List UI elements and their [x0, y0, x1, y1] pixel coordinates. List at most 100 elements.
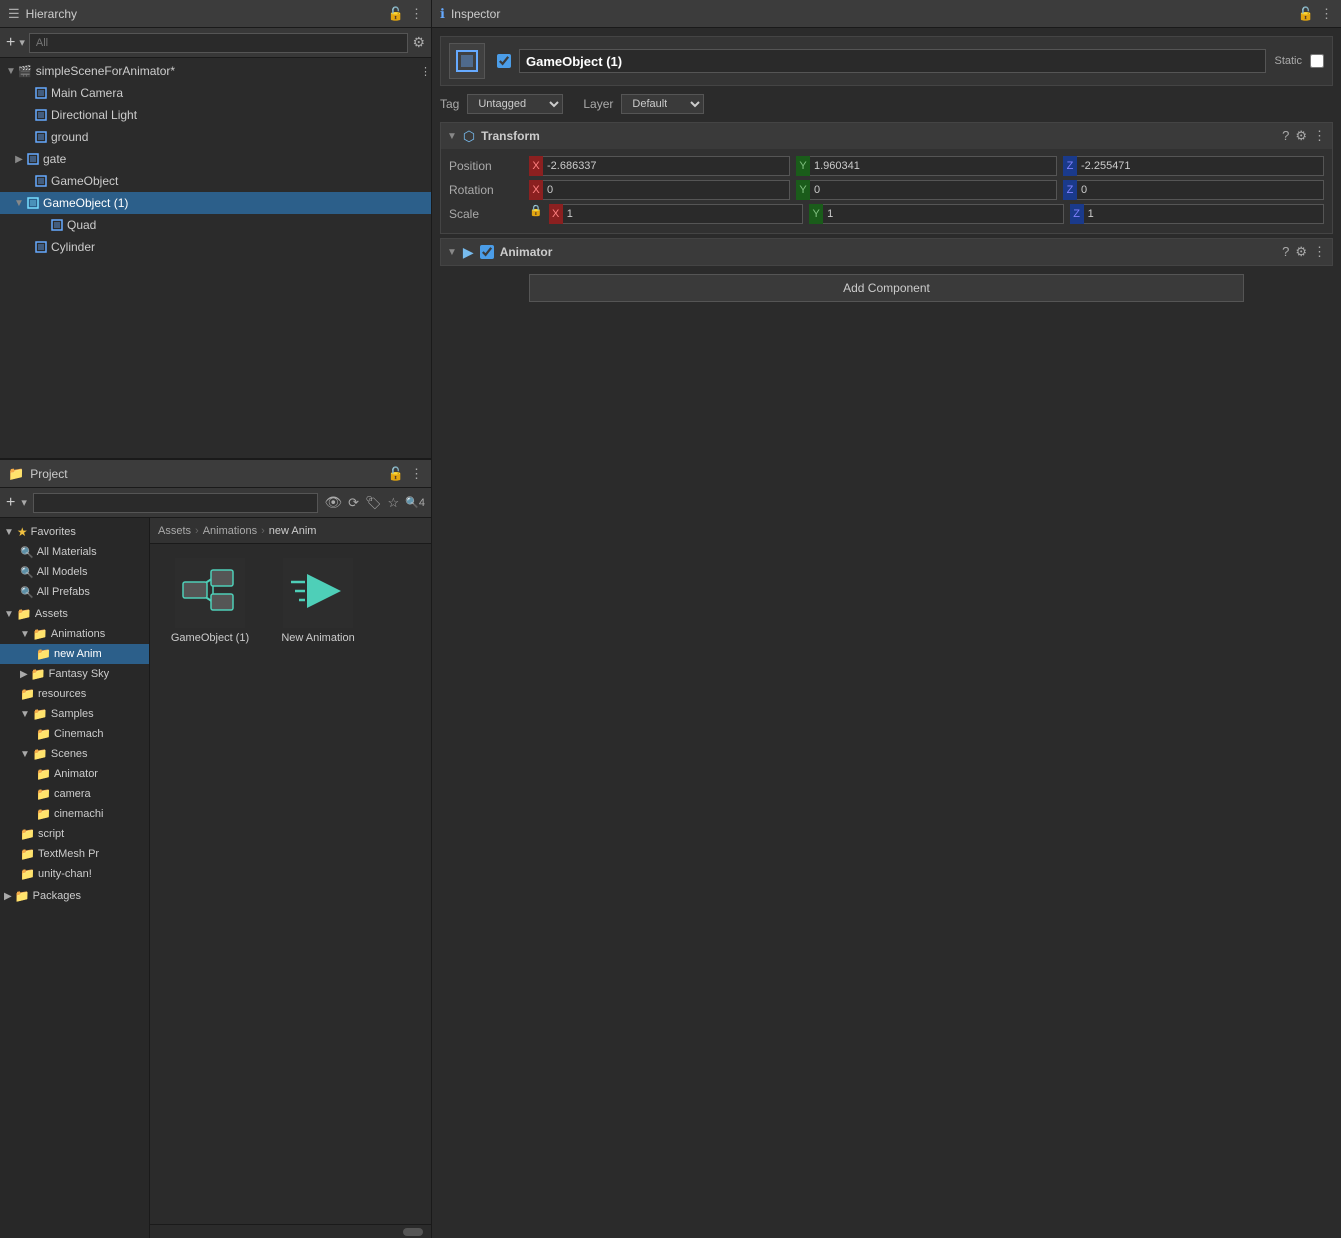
directional-light-item[interactable]: Directional Light — [0, 104, 431, 126]
animator-header[interactable]: ▼ ▶ Animator ? ⚙ ⋮ — [441, 239, 1332, 265]
gameobject-active-checkbox[interactable] — [497, 54, 511, 68]
project-scrollbar-thumb[interactable] — [403, 1228, 423, 1236]
gameobject1-item[interactable]: ▼ GameObject (1) — [0, 192, 431, 214]
cinemach-folder[interactable]: 📁 Cinemach — [0, 724, 149, 744]
ground-item[interactable]: ground — [0, 126, 431, 148]
transform-header[interactable]: ▼ ⬡ Transform ? ⚙ ⋮ — [441, 123, 1332, 149]
script-folder[interactable]: 📁 script — [0, 824, 149, 844]
packages-folder[interactable]: ▶ 📁 Packages — [0, 886, 149, 906]
static-checkbox[interactable] — [1310, 54, 1324, 68]
project-add-btn[interactable]: + — [6, 494, 15, 512]
quad-label: Quad — [67, 218, 96, 232]
resources-folder[interactable]: 📁 resources — [0, 684, 149, 704]
animator-scene-folder[interactable]: 📁 Animator — [0, 764, 149, 784]
project-search-input[interactable] — [33, 493, 318, 513]
new-anim-folder[interactable]: 📁 new Anim — [0, 644, 149, 664]
breadcrumb-new-anim[interactable]: new Anim — [269, 525, 317, 537]
rotation-y-input[interactable] — [810, 180, 1057, 200]
transform-menu-icon[interactable]: ⋮ — [1313, 128, 1326, 144]
project-star-icon[interactable]: ☆ — [388, 495, 400, 511]
rotation-x-label: X — [529, 180, 543, 200]
hierarchy-search-input[interactable] — [29, 33, 409, 53]
scale-lock-icon[interactable]: 🔒 — [529, 204, 543, 224]
scale-z-input[interactable] — [1084, 204, 1324, 224]
animations-folder[interactable]: ▼ 📁 Animations — [0, 624, 149, 644]
gameobject-item[interactable]: GameObject — [0, 170, 431, 192]
fantasy-sky-folder[interactable]: ▶ 📁 Fantasy Sky — [0, 664, 149, 684]
gameobject1-asset[interactable]: GameObject (1) — [160, 554, 260, 648]
position-y-input[interactable] — [810, 156, 1057, 176]
gameobject-name-input[interactable] — [519, 49, 1266, 73]
hierarchy-options-icon[interactable]: ⚙ — [412, 34, 425, 51]
gameobject1-icon — [26, 196, 40, 210]
hierarchy-lock-icon[interactable]: 🔓 — [388, 6, 404, 22]
directional-light-label: Directional Light — [51, 108, 137, 122]
quad-item[interactable]: Quad — [0, 214, 431, 236]
position-x-input[interactable] — [543, 156, 790, 176]
cinemachi-folder[interactable]: 📁 cinemachi — [0, 804, 149, 824]
scenes-folder[interactable]: ▼ 📁 Scenes — [0, 744, 149, 764]
camera-folder[interactable]: 📁 camera — [0, 784, 149, 804]
rotation-z-input[interactable] — [1077, 180, 1324, 200]
position-x-label: X — [529, 156, 543, 176]
main-camera-item[interactable]: Main Camera — [0, 82, 431, 104]
cylinder-item[interactable]: Cylinder — [0, 236, 431, 258]
hierarchy-menu-icon[interactable]: ⋮ — [410, 6, 423, 22]
project-lock-icon[interactable]: 🔓 — [388, 466, 404, 482]
add-dropdown-arrow[interactable]: ▾ — [19, 36, 25, 49]
project-menu-icon[interactable]: ⋮ — [410, 466, 423, 482]
project-scrollbar[interactable] — [150, 1224, 431, 1238]
gate-item[interactable]: ▶ gate — [0, 148, 431, 170]
scale-fields: 🔒 X Y Z — [529, 204, 1324, 224]
tag-dropdown[interactable]: Untagged — [467, 94, 563, 114]
rotation-y-label: Y — [796, 180, 810, 200]
scale-y-input[interactable] — [823, 204, 1063, 224]
all-materials-item[interactable]: 🔍 All Materials — [0, 542, 149, 562]
hierarchy-icon: ☰ — [8, 6, 20, 22]
breadcrumb-animations[interactable]: Animations — [203, 525, 257, 537]
new-anim-label: new Anim — [54, 648, 102, 660]
cinemach-icon: 📁 — [36, 727, 51, 741]
project-label-icon[interactable]: 🏷 — [365, 495, 382, 511]
assets-folder[interactable]: ▼ 📁 Assets — [0, 604, 149, 624]
scale-y-label: Y — [809, 204, 823, 224]
rotation-fields: X Y Z — [529, 180, 1324, 200]
rotation-x-input[interactable] — [543, 180, 790, 200]
breadcrumb-sep1: › — [195, 525, 199, 537]
layer-dropdown[interactable]: Default — [621, 94, 704, 114]
new-animation-asset-icon — [283, 558, 353, 628]
all-prefabs-item[interactable]: 🔍 All Prefabs — [0, 582, 149, 602]
animator-help-icon[interactable]: ? — [1282, 244, 1289, 260]
inspector-lock-icon[interactable]: 🔓 — [1298, 6, 1314, 22]
animator-play-icon: ▶ — [463, 244, 474, 261]
transform-component: ▼ ⬡ Transform ? ⚙ ⋮ Position X — [440, 122, 1333, 234]
favorites-folder[interactable]: ▼ ★ Favorites — [0, 522, 149, 542]
animator-active-checkbox[interactable] — [480, 245, 494, 259]
animator-settings-icon[interactable]: ⚙ — [1295, 244, 1307, 260]
scale-x-input[interactable] — [563, 204, 803, 224]
project-refresh-icon[interactable]: ⟳ — [348, 495, 359, 511]
hierarchy-add-btn[interactable]: + — [6, 34, 15, 52]
project-add-dropdown[interactable]: ▾ — [21, 496, 27, 509]
breadcrumb-assets[interactable]: Assets — [158, 525, 191, 537]
favorites-star-icon: ★ — [17, 525, 28, 539]
search-icon-prefabs: 🔍 — [20, 586, 34, 599]
samples-folder[interactable]: ▼ 📁 Samples — [0, 704, 149, 724]
all-models-item[interactable]: 🔍 All Models — [0, 562, 149, 582]
inspector-menu-icon[interactable]: ⋮ — [1320, 6, 1333, 22]
position-z-input[interactable] — [1077, 156, 1324, 176]
scene-root-item[interactable]: ▼ 🎬 simpleSceneForAnimator* ⋮ — [0, 60, 431, 82]
add-component-button[interactable]: Add Component — [529, 274, 1243, 302]
project-eye-icon[interactable]: 👁 — [324, 494, 342, 511]
rotation-row: Rotation X Y Z — [449, 179, 1324, 201]
gameobject-icon — [34, 174, 48, 188]
textmesh-folder[interactable]: 📁 TextMesh Pr — [0, 844, 149, 864]
transform-settings-icon[interactable]: ⚙ — [1295, 128, 1307, 144]
scene-menu-icon[interactable]: ⋮ — [420, 65, 431, 78]
transform-expand-arrow: ▼ — [447, 131, 457, 142]
animator-menu-icon[interactable]: ⋮ — [1313, 244, 1326, 260]
new-animation-asset[interactable]: New Animation — [268, 554, 368, 648]
transform-help-icon[interactable]: ? — [1282, 128, 1289, 144]
unity-chan-folder[interactable]: 📁 unity-chan! — [0, 864, 149, 884]
scale-y-group: Y — [809, 204, 1063, 224]
